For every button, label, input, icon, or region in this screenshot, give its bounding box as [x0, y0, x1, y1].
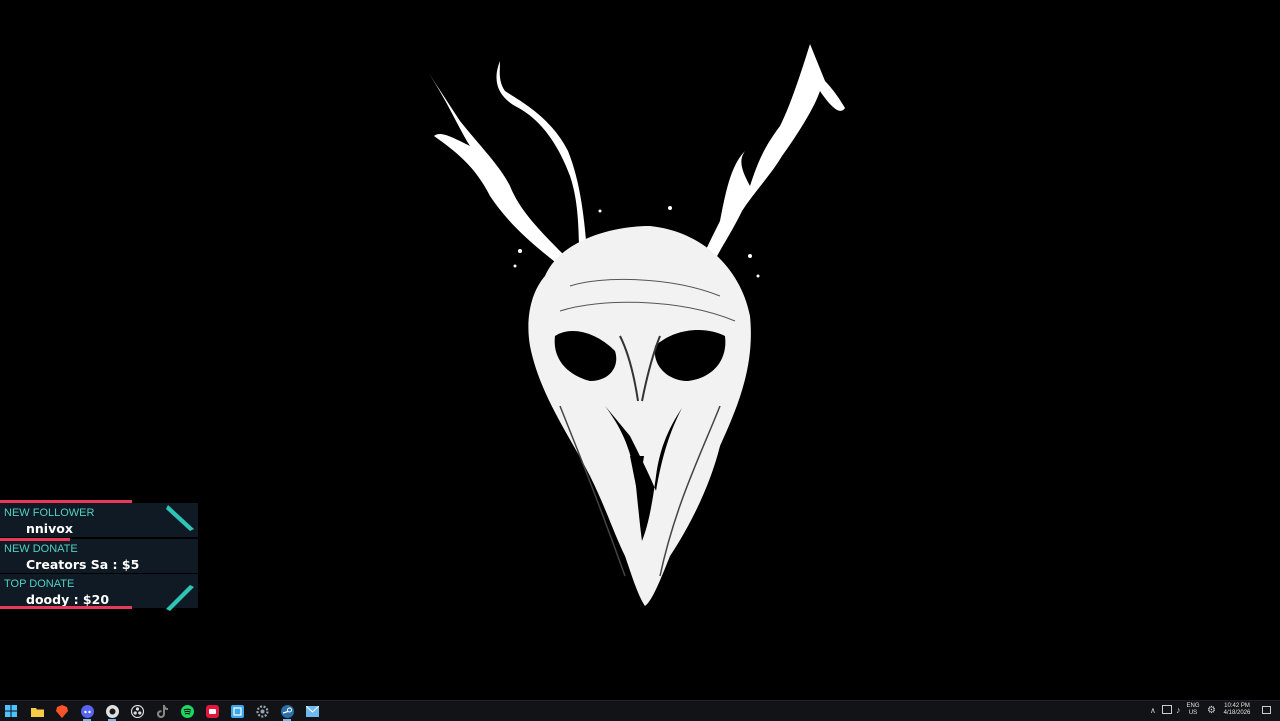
stream-alerts-overlay: NEW FOLLOWER nnivox NEW DONATE Creators … — [0, 497, 200, 613]
obs-icon[interactable] — [130, 704, 144, 718]
tiktok-icon[interactable] — [155, 704, 169, 718]
streamlabs-icon[interactable] — [205, 704, 219, 718]
mail-icon[interactable] — [305, 704, 319, 718]
overlay-accent-bottom — [0, 606, 132, 609]
language-indicator[interactable]: ENG US — [1186, 703, 1200, 717]
top-donate-label: TOP DONATE — [4, 578, 75, 590]
clock[interactable]: 10:42 PM 4/18/2026 — [1218, 703, 1256, 717]
file-explorer-icon[interactable] — [30, 704, 44, 718]
new-follower-label: NEW FOLLOWER — [4, 507, 95, 519]
new-donate-value: Creators Sa : $5 — [26, 557, 140, 572]
overlay-accent-top — [0, 500, 132, 503]
desktop[interactable]: NEW FOLLOWER nnivox NEW DONATE Creators … — [0, 0, 1280, 700]
steam-icon[interactable] — [280, 704, 294, 721]
spotify-icon[interactable] — [180, 704, 194, 718]
language-code: ENG — [1186, 703, 1200, 709]
region-code: US — [1188, 710, 1198, 716]
chevron-up-icon[interactable]: ∧ — [1150, 706, 1156, 715]
brave-browser-icon[interactable] — [55, 704, 69, 718]
wallpaper-horned-skull-art — [428, 44, 845, 606]
discord-icon[interactable] — [80, 704, 94, 721]
snipping-tool-icon[interactable] — [230, 704, 244, 718]
new-donate-label: NEW DONATE — [4, 543, 78, 555]
new-follower-value: nnivox — [26, 521, 73, 536]
chrome-icon[interactable] — [105, 704, 119, 721]
clock-date: 4/18/2026 — [1223, 710, 1251, 716]
overlay-accent-mid — [0, 538, 70, 541]
notification-icon[interactable] — [1262, 706, 1271, 714]
taskbar: ∧ ♪ ENG US ⚙ 10:42 PM 4/18/2026 — [0, 700, 1280, 721]
volume-icon[interactable]: ♪ — [1176, 705, 1181, 715]
settings-icon[interactable] — [255, 704, 269, 718]
top-donate-value: doody : $20 — [26, 592, 110, 607]
overlay-teal-brackets — [166, 505, 194, 611]
start-icon[interactable] — [4, 704, 18, 718]
gear-icon[interactable]: ⚙ — [1207, 705, 1216, 716]
clock-time: 10:42 PM — [1224, 703, 1250, 709]
network-icon[interactable] — [1162, 705, 1172, 714]
system-tray: ∧ ♪ ENG US ⚙ 10:42 PM 4/18/2026 — [1140, 701, 1280, 721]
